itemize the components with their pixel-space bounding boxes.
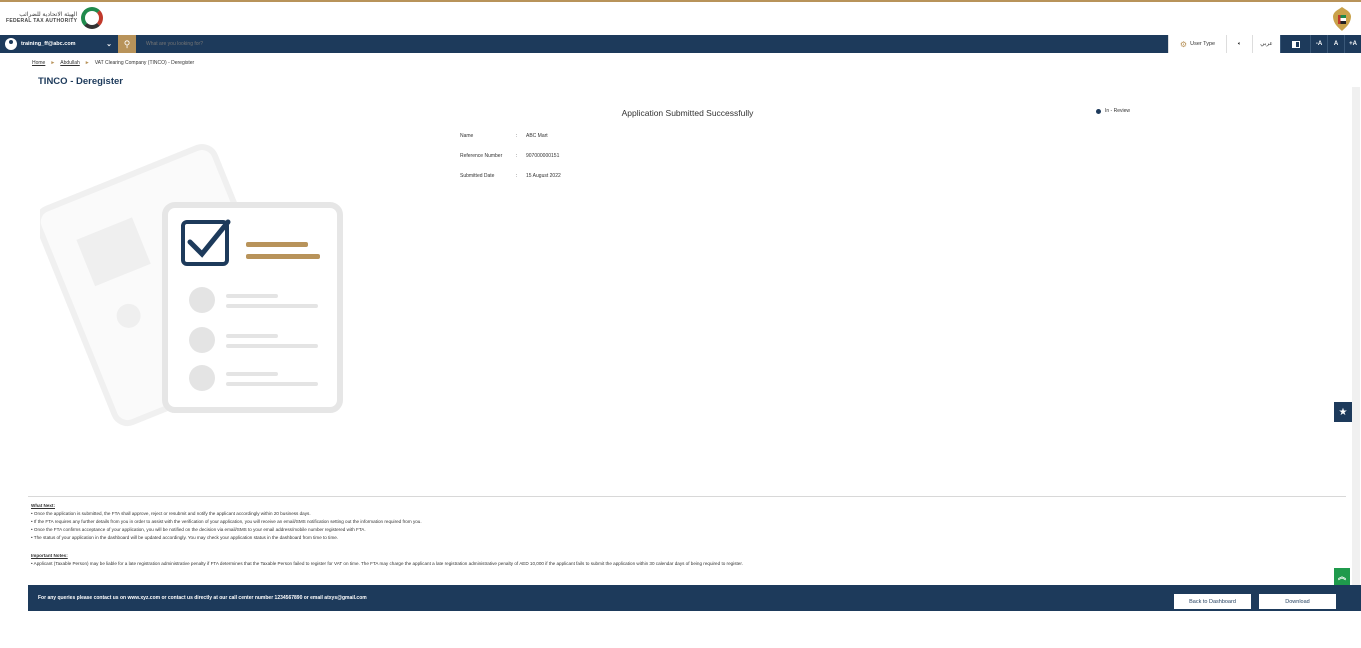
user-menu[interactable]: training_ff@abc.com ⌄	[0, 38, 118, 50]
detail-label: Submitted Date	[460, 173, 495, 179]
font-increase-button[interactable]: +A	[1344, 35, 1361, 53]
submission-details: Name : ABC Mart Reference Number : 90700…	[460, 133, 561, 193]
detail-row-name: Name : ABC Mart	[460, 133, 561, 153]
contrast-icon	[1291, 40, 1300, 48]
user-type-button[interactable]: ⚙ User Type	[1168, 35, 1226, 53]
logo-english-text: FEDERAL TAX AUTHORITY	[6, 18, 78, 24]
fta-logo[interactable]: الهيئة الاتحادية للضرائب FEDERAL TAX AUT…	[6, 7, 104, 29]
status-badge: In - Review	[1096, 108, 1130, 114]
detail-value: 907000000151	[526, 153, 560, 159]
footer-bar: For any queries please contact us on www…	[28, 585, 1361, 611]
user-email: training_ff@abc.com	[21, 41, 76, 47]
breadcrumb-current: VAT Clearing Company (TINCO) - Deregiste…	[94, 60, 195, 66]
status-dot-icon	[1096, 108, 1101, 114]
detail-row-reference: Reference Number : 907000000151	[460, 153, 561, 173]
what-next-item: • Once the FTA confirms acceptance of yo…	[31, 527, 366, 532]
font-decrease-button[interactable]: -A	[1310, 35, 1327, 53]
important-notes-heading: Important Notes:	[31, 553, 68, 558]
uae-emblem-icon	[1333, 7, 1351, 31]
language-toggle[interactable]: عربي	[1252, 35, 1280, 53]
speaker-icon[interactable]: 🔈︎	[1226, 35, 1252, 53]
font-normal-button[interactable]: A	[1327, 35, 1344, 53]
application-illustration-icon	[40, 144, 343, 427]
download-button[interactable]: Download	[1259, 594, 1336, 609]
breadcrumb-home[interactable]: Home	[32, 60, 45, 66]
detail-value: 15 August 2022	[526, 173, 561, 179]
top-header: الهيئة الاتحادية للضرائب FEDERAL TAX AUT…	[0, 4, 1361, 34]
page-frame: الهيئة الاتحادية للضرائب FEDERAL TAX AUT…	[0, 0, 1361, 613]
status-label: In - Review	[1105, 108, 1131, 114]
contrast-toggle[interactable]	[1280, 35, 1310, 53]
what-next-item: • Once the application is submitted, the…	[31, 511, 311, 516]
what-next-item: • If the FTA requires any further detail…	[31, 519, 422, 524]
scroll-top-icon[interactable]: ︽	[1334, 568, 1350, 585]
footer-contact-message: For any queries please contact us on www…	[38, 595, 367, 601]
breadcrumb-user[interactable]: Abdullah	[60, 60, 79, 66]
notes-section: What Next: • Once the application is sub…	[31, 502, 1321, 568]
what-next-item: • The status of your application in the …	[31, 535, 339, 540]
user-type-label: User Type	[1190, 41, 1216, 47]
detail-label: Name	[460, 133, 474, 139]
divider	[28, 496, 1346, 497]
important-note-item: • Applicant (Taxable Person) may be liab…	[31, 561, 743, 566]
breadcrumb: Home ► Abdullah ► VAT Clearing Company (…	[32, 60, 194, 66]
detail-value: ABC Mart	[526, 133, 548, 139]
breadcrumb-separator-icon: ►	[84, 60, 90, 66]
search-input[interactable]	[136, 35, 936, 53]
user-avatar-icon	[5, 38, 17, 50]
what-next-heading: What Next:	[31, 503, 55, 508]
main-navbar: training_ff@abc.com ⌄ ⚲ ⚙ User Type 🔈︎ ع…	[0, 35, 1361, 53]
gear-icon: ⚙	[1179, 39, 1188, 49]
success-title: Application Submitted Successfully	[621, 108, 754, 118]
logo-mark-icon	[81, 7, 104, 29]
search-icon[interactable]: ⚲	[118, 35, 136, 53]
scrollbar[interactable]	[1352, 87, 1360, 587]
breadcrumb-separator-icon: ►	[50, 60, 56, 66]
detail-label: Reference Number	[460, 153, 503, 159]
back-to-dashboard-button[interactable]: Back to Dashboard	[1174, 594, 1251, 609]
detail-row-submitted-date: Submitted Date : 15 August 2022	[460, 173, 561, 193]
favourite-star-icon[interactable]: ★	[1334, 402, 1352, 422]
page-title: TINCO - Deregister	[38, 76, 123, 87]
chevron-down-icon: ⌄	[106, 41, 112, 48]
